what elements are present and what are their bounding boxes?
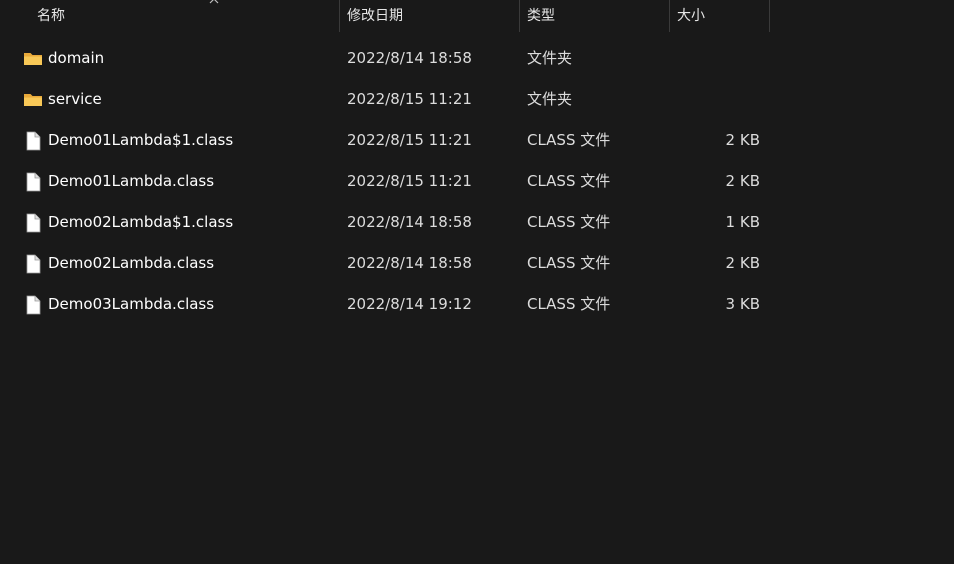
list-item[interactable]: Demo03Lambda.class 2022/8/14 19:12 CLASS… [0, 284, 954, 325]
file-type: CLASS 文件 [527, 131, 611, 149]
column-header-date[interactable]: 修改日期 [340, 0, 519, 33]
file-date: 2022/8/15 11:21 [347, 90, 472, 108]
file-icon [26, 131, 41, 151]
file-type: CLASS 文件 [527, 295, 611, 313]
file-name: domain [48, 49, 105, 67]
file-type: CLASS 文件 [527, 213, 611, 231]
list-item[interactable]: Demo02Lambda$1.class 2022/8/14 18:58 CLA… [0, 202, 954, 243]
file-date: 2022/8/14 18:58 [347, 213, 472, 231]
list-item[interactable]: Demo01Lambda.class 2022/8/15 11:21 CLASS… [0, 161, 954, 202]
file-name: Demo01Lambda.class [48, 172, 215, 190]
sort-ascending-icon [209, 0, 219, 4]
file-type: CLASS 文件 [527, 172, 611, 190]
column-header-name-label: 名称 [37, 8, 65, 24]
file-date: 2022/8/15 11:21 [347, 172, 472, 190]
folder-icon [24, 53, 42, 65]
file-date: 2022/8/14 19:12 [347, 295, 472, 313]
file-type: CLASS 文件 [527, 254, 611, 272]
column-header-type-label: 类型 [527, 8, 555, 24]
column-header-size[interactable]: 大小 [670, 0, 769, 33]
file-size [670, 79, 760, 120]
file-explorer: 名称 修改日期 类型 大小 domain 2022/8/14 18:58 文件夹… [0, 0, 954, 564]
column-header-bar: 名称 修改日期 类型 大小 [0, 0, 954, 33]
column-header-date-label: 修改日期 [347, 8, 403, 24]
file-date: 2022/8/14 18:58 [347, 49, 472, 67]
file-icon [26, 213, 41, 233]
column-divider[interactable] [769, 0, 770, 32]
file-icon [26, 295, 41, 315]
file-name: Demo02Lambda.class [48, 254, 215, 272]
file-size: 3 KB [725, 295, 760, 313]
file-size: 2 KB [725, 131, 760, 149]
column-header-name[interactable]: 名称 [30, 0, 339, 33]
file-name: service [48, 90, 102, 108]
file-date: 2022/8/14 18:58 [347, 254, 472, 272]
file-name: Demo03Lambda.class [48, 295, 215, 313]
list-item[interactable]: Demo01Lambda$1.class 2022/8/15 11:21 CLA… [0, 120, 954, 161]
folder-icon [24, 94, 42, 106]
file-icon [26, 172, 41, 192]
file-size [670, 38, 760, 79]
file-size: 2 KB [725, 254, 760, 272]
file-name: Demo02Lambda$1.class [48, 213, 234, 231]
file-icon [26, 254, 41, 274]
list-item[interactable]: Demo02Lambda.class 2022/8/14 18:58 CLASS… [0, 243, 954, 284]
file-date: 2022/8/15 11:21 [347, 131, 472, 149]
file-size: 2 KB [725, 172, 760, 190]
list-item[interactable]: domain 2022/8/14 18:58 文件夹 [0, 38, 954, 79]
file-type: 文件夹 [527, 90, 573, 108]
list-item[interactable]: service 2022/8/15 11:21 文件夹 [0, 79, 954, 120]
column-header-size-label: 大小 [677, 8, 705, 24]
column-header-type[interactable]: 类型 [520, 0, 669, 33]
file-name: Demo01Lambda$1.class [48, 131, 234, 149]
file-list: domain 2022/8/14 18:58 文件夹 service 2022/… [0, 38, 954, 325]
file-type: 文件夹 [527, 49, 573, 67]
file-size: 1 KB [725, 213, 760, 231]
